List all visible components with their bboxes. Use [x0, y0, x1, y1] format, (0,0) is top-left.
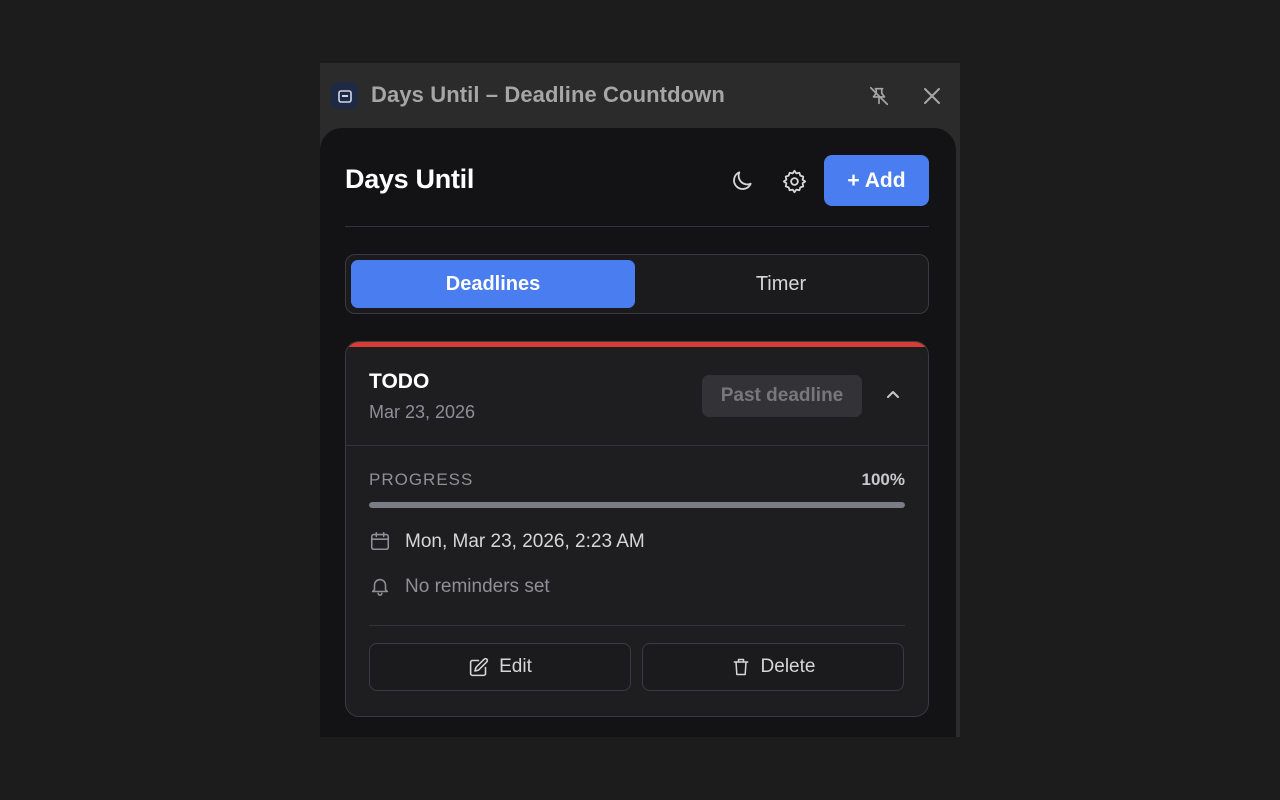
unpin-icon: [869, 86, 889, 106]
window-title: Days Until – Deadline Countdown: [371, 82, 725, 107]
view-tabs: Deadlines Timer: [345, 254, 929, 314]
progress-value: 100%: [861, 470, 905, 489]
header-divider: [345, 226, 929, 227]
card-divider: [346, 445, 928, 446]
due-datetime: Mon, Mar 23, 2026, 2:23 AM: [405, 531, 645, 552]
app-icon: [331, 82, 358, 109]
edit-icon: [469, 657, 489, 676]
add-deadline-button[interactable]: + Add: [824, 155, 929, 206]
theme-toggle-button[interactable]: [727, 166, 757, 196]
bell-icon: [369, 575, 391, 597]
close-button[interactable]: [919, 83, 945, 109]
progress-label: PROGRESS: [369, 470, 474, 489]
delete-button[interactable]: Delete: [642, 643, 904, 691]
calendar-icon: [369, 530, 391, 552]
status-badge: Past deadline: [702, 375, 862, 417]
deadline-card: TODO Mar 23, 2026 Past deadline PROGRESS…: [345, 341, 929, 717]
gear-icon: [782, 169, 806, 193]
page-title: Days Until: [345, 164, 475, 194]
delete-label: Delete: [760, 656, 816, 677]
deadline-title: TODO: [369, 370, 430, 393]
unpin-button[interactable]: [866, 83, 892, 109]
close-icon: [924, 88, 940, 104]
progress-fill: [369, 502, 905, 508]
chevron-up-icon: [887, 391, 899, 398]
main-panel: Days Until + Add Deadlines Timer TODO Ma…: [320, 128, 956, 737]
actions-divider: [369, 625, 905, 626]
trash-icon: [733, 658, 748, 676]
reminders-text: No reminders set: [405, 576, 550, 597]
edit-label: Edit: [499, 656, 532, 677]
app-window: Days Until – Deadline Countdown Days Unt…: [320, 63, 960, 737]
tab-deadlines[interactable]: Deadlines: [351, 260, 635, 308]
deadline-date: Mar 23, 2026: [369, 402, 476, 422]
edit-button[interactable]: Edit: [369, 643, 631, 691]
collapse-button[interactable]: [882, 384, 904, 406]
settings-button[interactable]: [779, 166, 809, 196]
title-bar: Days Until – Deadline Countdown: [320, 63, 960, 127]
tab-timer[interactable]: Timer: [639, 260, 923, 308]
moon-icon: [733, 171, 752, 190]
progress-bar: [369, 502, 905, 508]
past-due-accent-bar: [346, 342, 928, 347]
